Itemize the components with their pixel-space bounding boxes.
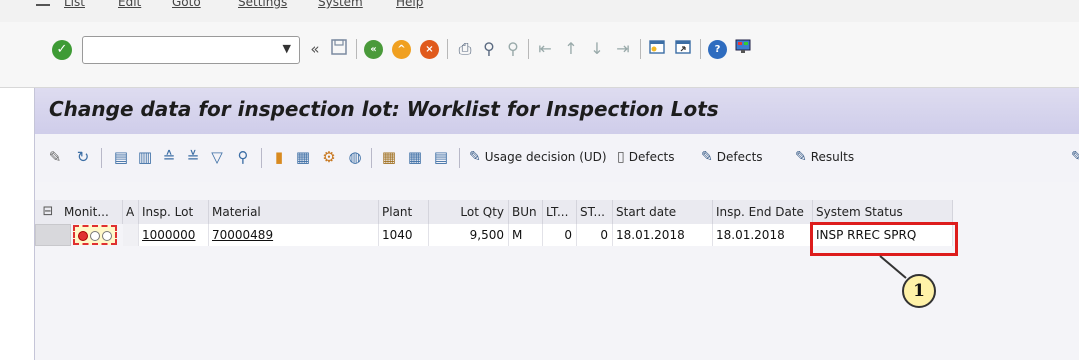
header-material[interactable]: Material <box>209 200 379 224</box>
header-end-date[interactable]: Insp. End Date <box>713 200 813 224</box>
glasses-icon[interactable]: ✎ <box>45 147 65 167</box>
defects-create-button[interactable]: ▯ Defects <box>617 146 675 168</box>
pencil-icon: ✎ <box>469 149 481 165</box>
cell-insp-lot[interactable]: 1000000 <box>139 224 209 246</box>
enter-icon[interactable]: ✓ <box>52 40 72 60</box>
first-page-icon[interactable]: ⇤ <box>534 38 556 60</box>
menu-edit[interactable]: Edit <box>118 0 141 9</box>
pencil-icon: ✎ <box>701 149 713 165</box>
more-pencil-icon[interactable]: ✎ <box>1071 146 1079 168</box>
cell-lot-qty: 9,500 <box>429 224 509 246</box>
filter-icon[interactable]: ▽ <box>207 147 227 167</box>
find-icon[interactable]: ⚲ <box>478 38 500 60</box>
header-bun[interactable]: BUn <box>509 200 543 224</box>
sort-descending-icon[interactable]: ≚ <box>183 147 203 167</box>
menu-bar: List Edit Goto Settings System Help <box>0 0 1079 22</box>
help-icon[interactable]: ? <box>708 40 727 59</box>
customize-layout-icon[interactable] <box>732 38 754 60</box>
row-selector[interactable] <box>35 224 71 246</box>
command-input[interactable] <box>83 37 263 63</box>
header-plant[interactable]: Plant <box>379 200 429 224</box>
print-icon[interactable]: ⎙ <box>454 38 476 60</box>
usage-decision-button[interactable]: ✎ Usage decision (UD) <box>469 146 607 168</box>
command-field[interactable]: ▼ <box>82 36 300 64</box>
refresh-icon[interactable]: ↻ <box>73 147 93 167</box>
document-icon: ▯ <box>617 149 625 165</box>
cell-a <box>123 224 139 246</box>
header-st[interactable]: ST... <box>577 200 613 224</box>
chevron-down-icon[interactable]: ▼ <box>283 42 291 55</box>
application-toolbar: ✎ ↻ ▤ ▥ ≙ ≚ ▽ ⚲ ▮ ▦ ⚙ ◍ ▦ ▦ ▤ ✎ Usage dec… <box>34 134 1079 182</box>
title-bar: Change data for inspection lot: Worklist… <box>34 88 1079 134</box>
layout-icon[interactable]: ▦ <box>379 147 399 167</box>
header-system-status[interactable]: System Status <box>813 200 953 224</box>
header-start-date[interactable]: Start date <box>613 200 713 224</box>
header-lt[interactable]: LT... <box>543 200 577 224</box>
settings-icon[interactable]: ⚙ <box>319 147 339 167</box>
new-session-icon[interactable] <box>646 38 668 60</box>
menu-list[interactable]: List <box>64 0 85 9</box>
select-all-icon[interactable]: ▤ <box>111 147 131 167</box>
pencil-icon: ✎ <box>795 149 807 165</box>
header-a[interactable]: A <box>123 200 139 224</box>
layout-choose-icon[interactable]: ▦ <box>405 147 425 167</box>
next-page-icon[interactable]: ↓ <box>586 38 608 60</box>
export-icon[interactable]: ▦ <box>293 147 313 167</box>
cell-bun: M <box>509 224 543 246</box>
shortcut-icon[interactable] <box>672 38 694 60</box>
menu-icon[interactable] <box>36 4 50 6</box>
sort-ascending-icon[interactable]: ≙ <box>159 147 179 167</box>
header-monit[interactable]: Monit... <box>61 200 123 224</box>
menu-goto[interactable]: Goto <box>172 0 201 9</box>
content-area: ⊟ Monit... A Insp. Lot Material Plant Lo… <box>34 182 1079 360</box>
cancel-icon[interactable]: × <box>420 40 439 59</box>
search-icon[interactable]: ⚲ <box>233 147 253 167</box>
find-next-icon[interactable]: ⚲ <box>502 38 524 60</box>
cell-end-date: 18.01.2018 <box>713 224 813 246</box>
chart-icon[interactable]: ▮ <box>269 147 289 167</box>
header-lot-qty[interactable]: Lot Qty <box>429 200 509 224</box>
defects-change-button[interactable]: ✎ Defects <box>701 146 763 168</box>
layout-save-icon[interactable]: ▤ <box>431 147 451 167</box>
cell-st: 0 <box>577 224 613 246</box>
callout-badge: 1 <box>902 274 936 308</box>
back-arrows-icon[interactable]: « <box>304 38 326 60</box>
cell-lt: 0 <box>543 224 577 246</box>
cell-plant: 1040 <box>379 224 429 246</box>
select-all-cell[interactable]: ⊟ <box>35 200 61 224</box>
menu-system[interactable]: System <box>318 0 363 9</box>
status-highlight-box <box>810 222 958 256</box>
info-icon[interactable]: ◍ <box>345 147 365 167</box>
back-icon[interactable]: « <box>364 40 383 59</box>
traffic-light-icon <box>73 225 117 245</box>
menu-settings[interactable]: Settings <box>238 0 287 9</box>
menu-help[interactable]: Help <box>396 0 423 9</box>
results-button[interactable]: ✎ Results <box>795 146 854 168</box>
last-page-icon[interactable]: ⇥ <box>612 38 634 60</box>
save-icon[interactable] <box>328 38 350 60</box>
cell-material[interactable]: 70000489 <box>209 224 379 246</box>
cell-start-date: 18.01.2018 <box>613 224 713 246</box>
exit-icon[interactable]: ^ <box>392 40 411 59</box>
header-insp-lot[interactable]: Insp. Lot <box>139 200 209 224</box>
standard-toolbar: ✓ ▼ « « ^ × ⎙ ⚲ ⚲ ⇤ ↑ ↓ ⇥ ? <box>0 22 1079 88</box>
page-title: Change data for inspection lot: Worklist… <box>49 97 719 121</box>
prev-page-icon[interactable]: ↑ <box>560 38 582 60</box>
deselect-all-icon[interactable]: ▥ <box>135 147 155 167</box>
